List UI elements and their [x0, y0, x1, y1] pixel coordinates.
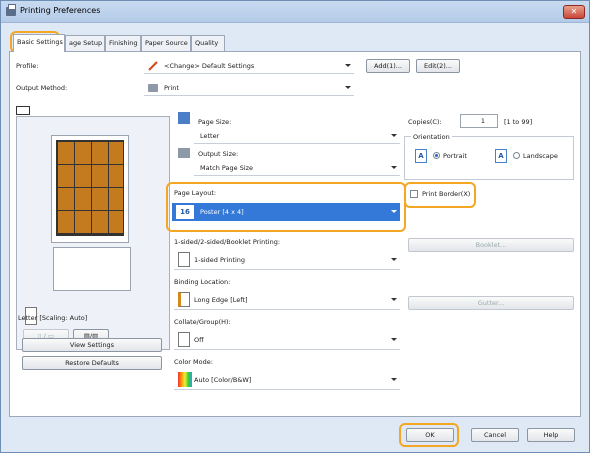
poster-layout-icon: 16	[176, 205, 194, 219]
pencil-icon	[148, 61, 158, 71]
page-layout-label: Page Layout:	[174, 189, 217, 197]
binding-icon	[178, 292, 190, 307]
portrait-label: Portrait	[443, 152, 467, 160]
profile-select[interactable]: <Change> Default Settings	[144, 58, 354, 74]
page-layout-select[interactable]: 16 Poster [4 x 4]	[172, 203, 400, 221]
collate-select[interactable]: Off	[174, 330, 400, 350]
copies-label: Copies(C):	[408, 118, 442, 126]
tab-page-setup[interactable]: age Setup	[65, 35, 105, 51]
chevron-down-icon	[345, 64, 351, 67]
title-bar: Printing Preferences ✕	[1, 1, 589, 23]
collate-icon	[178, 332, 190, 347]
gutter-button[interactable]: Gutter...	[408, 296, 574, 310]
single-page-icon	[178, 252, 190, 267]
tab-basic-settings[interactable]: Basic Settings	[13, 34, 65, 52]
chevron-down-icon	[391, 210, 397, 213]
sided-select[interactable]: 1-sided Printing	[174, 250, 400, 270]
output-size-icon	[178, 148, 190, 158]
orientation-label: Orientation	[411, 133, 452, 141]
restore-defaults-button[interactable]: Restore Defaults	[22, 356, 162, 370]
tab-finishing[interactable]: Finishing	[105, 35, 141, 51]
collate-label: Collate/Group(H):	[174, 318, 231, 326]
output-size-label: Output Size:	[198, 150, 239, 158]
printer-icon	[6, 4, 16, 16]
preview-toggle-icon[interactable]	[16, 106, 30, 115]
cancel-button[interactable]: Cancel	[471, 428, 519, 442]
color-mode-label: Color Mode:	[174, 358, 213, 366]
view-settings-button[interactable]: View Settings	[22, 338, 162, 352]
chevron-down-icon	[391, 338, 397, 341]
output-method-select[interactable]: Print	[144, 80, 354, 96]
chevron-down-icon	[391, 378, 397, 381]
booklet-button[interactable]: Booklet...	[408, 238, 574, 252]
tab-quality[interactable]: Quality	[191, 35, 225, 51]
print-border-checkbox[interactable]	[410, 190, 418, 198]
printer-icon	[148, 84, 158, 92]
add-profile-button[interactable]: Add(1)...	[366, 59, 410, 73]
chevron-down-icon	[391, 134, 397, 137]
copies-input[interactable]: 1	[460, 114, 498, 128]
portrait-radio[interactable]	[433, 152, 440, 159]
color-mode-icon	[178, 372, 192, 387]
preview-sheet-stack	[53, 247, 131, 291]
output-size-select[interactable]: Match Page Size	[194, 160, 400, 176]
preview-caption: Letter [Scaling: Auto]	[18, 314, 88, 322]
sided-label: 1-sided/2-sided/Booklet Printing:	[174, 238, 281, 246]
chevron-down-icon	[391, 258, 397, 261]
binding-select[interactable]: Long Edge [Left]	[174, 290, 400, 310]
output-method-label: Output Method:	[16, 84, 68, 92]
orientation-group: Orientation A Portrait A Landscape	[404, 133, 574, 180]
page-size-select[interactable]: Letter	[194, 128, 400, 144]
landscape-label: Landscape	[523, 152, 558, 160]
ok-button[interactable]: OK	[406, 428, 454, 442]
window-title: Printing Preferences	[20, 6, 101, 15]
landscape-icon: A	[495, 149, 507, 163]
page-size-icon	[178, 112, 190, 124]
preview-sheet	[51, 135, 129, 243]
print-border-label: Print Border(X)	[422, 190, 471, 198]
profile-label: Profile:	[16, 62, 39, 70]
basic-settings-panel: Profile: <Change> Default Settings Add(1…	[9, 51, 581, 417]
tab-paper-source[interactable]: Paper Source	[141, 35, 191, 51]
binding-label: Binding Location:	[174, 278, 231, 286]
printing-preferences-window: Printing Preferences ✕ Basic Settings ag…	[0, 0, 590, 453]
chevron-down-icon	[345, 86, 351, 89]
landscape-radio[interactable]	[513, 152, 520, 159]
close-icon[interactable]: ✕	[563, 5, 585, 19]
help-button[interactable]: Help	[527, 428, 575, 442]
edit-profile-button[interactable]: Edit(2)...	[416, 59, 460, 73]
portrait-icon: A	[415, 149, 427, 163]
page-size-label: Page Size:	[198, 118, 232, 126]
chevron-down-icon	[391, 298, 397, 301]
chevron-down-icon	[391, 166, 397, 169]
copies-range: [1 to 99]	[504, 118, 533, 126]
color-mode-select[interactable]: Auto [Color/B&W]	[174, 370, 400, 390]
